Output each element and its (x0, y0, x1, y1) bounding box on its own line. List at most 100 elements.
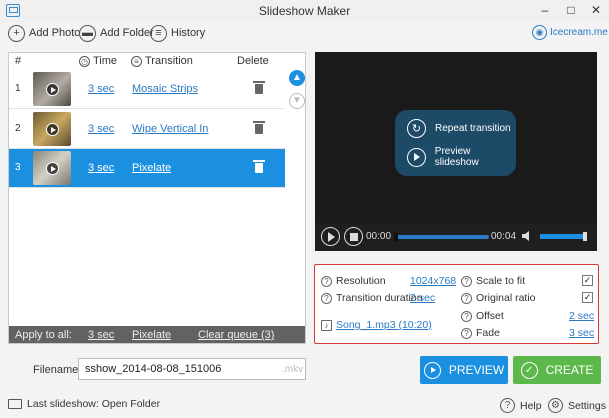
transition-icon: ≡ (131, 55, 142, 67)
settings-button[interactable]: ⚙ Settings (548, 398, 606, 413)
last-slideshow-link[interactable]: Last slideshow: Open Folder (8, 398, 160, 410)
clock-icon: ◷ (79, 55, 90, 67)
play-icon[interactable] (46, 162, 59, 175)
stop-icon (349, 232, 358, 241)
scale-to-fit-setting: ? Scale to fit (461, 275, 525, 287)
folder-icon: ▬ (79, 24, 96, 42)
repeat-transition-button[interactable]: ↻ Repeat transition (407, 119, 511, 138)
table-row[interactable]: 1 3 sec Mosaic Strips (9, 70, 285, 109)
transition-link[interactable]: Pixelate (132, 162, 171, 174)
col-transition-label: Transition (145, 55, 193, 67)
filename-extension: .mkv (282, 364, 304, 375)
history-label: History (171, 27, 206, 39)
help-icon: ? (461, 275, 472, 287)
history-button[interactable]: ≡ History (150, 23, 205, 43)
offset-setting: ? Offset (461, 310, 504, 322)
volume-icon[interactable] (521, 230, 533, 242)
move-up-button[interactable]: ▲ (289, 70, 305, 86)
filename-input[interactable] (78, 358, 306, 380)
apply-to-all-bar: Apply to all: 3 sec Pixelate Clear queue… (9, 326, 305, 343)
transition-link[interactable]: Wipe Vertical In (132, 123, 208, 135)
help-icon: ? (461, 292, 472, 304)
transition-duration-value[interactable]: 2 sec (410, 292, 435, 304)
player-controls: 00:00 00:04 (315, 223, 597, 251)
current-time: 00:00 (366, 231, 392, 242)
icecream-icon: ◉ (532, 25, 547, 40)
transition-duration-setting: ? Transition duration (321, 292, 423, 304)
minimize-button[interactable]: – (532, 0, 558, 20)
create-button[interactable]: ✓ CREATE (513, 356, 601, 384)
filename-label: Filename: (33, 364, 82, 376)
apply-transition-link[interactable]: Pixelate (132, 329, 171, 341)
table-row[interactable]: 3 3 sec Pixelate (9, 149, 285, 188)
add-folder-label: Add Folder (100, 27, 154, 39)
gear-icon: ⚙ (548, 398, 563, 413)
play-icon[interactable] (46, 123, 59, 136)
settings-label: Settings (568, 399, 606, 412)
preview-overlay: ↻ Repeat transition Preview slideshow (395, 110, 516, 176)
resolution-label: Resolution (336, 275, 386, 287)
slide-duration-link[interactable]: 3 sec (88, 162, 114, 174)
slide-duration-link[interactable]: 3 sec (88, 83, 114, 95)
seek-handle[interactable] (394, 233, 398, 241)
add-photo-button[interactable]: + Add Photo (8, 23, 80, 43)
col-transition: ≡ Transition (131, 55, 193, 67)
col-num: # (15, 55, 22, 67)
play-icon (423, 361, 441, 379)
help-icon: ? (321, 275, 332, 287)
help-button[interactable]: ? Help (500, 398, 542, 413)
volume-slider[interactable] (540, 234, 585, 239)
resolution-value[interactable]: 1024x768 (410, 275, 456, 287)
maximize-button[interactable]: □ (558, 0, 584, 20)
trash-icon[interactable] (253, 81, 265, 94)
trash-icon[interactable] (253, 121, 265, 134)
last-slideshow-label: Last slideshow: Open Folder (27, 398, 161, 410)
music-icon: ♪ (321, 319, 332, 331)
repeat-label: Repeat transition (435, 123, 511, 134)
checkmark-icon: ✓ (520, 361, 538, 379)
apply-time-link[interactable]: 3 sec (88, 329, 114, 341)
offset-value[interactable]: 2 sec (569, 310, 594, 322)
preview-button[interactable]: PREVIEW (420, 356, 508, 384)
original-ratio-setting: ? Original ratio (461, 292, 536, 304)
duration: 00:04 (491, 231, 517, 242)
preview-label: Preview slideshow (434, 146, 479, 168)
table-row[interactable]: 2 3 sec Wipe Vertical In (9, 110, 285, 149)
row-number: 2 (15, 123, 21, 134)
move-down-button[interactable]: ▼ (289, 93, 305, 109)
close-button[interactable]: ✕ (583, 0, 609, 20)
volume-handle[interactable] (583, 232, 587, 241)
help-icon: ? (500, 398, 515, 413)
help-icon: ? (461, 310, 472, 322)
create-button-label: CREATE (545, 363, 594, 377)
video-preview: ↻ Repeat transition Preview slideshow (315, 52, 597, 251)
add-folder-button[interactable]: ▬ Add Folder (79, 23, 154, 43)
play-icon[interactable] (46, 83, 59, 96)
col-time-label: Time (93, 55, 118, 67)
trash-icon[interactable] (253, 160, 265, 173)
clear-queue-link[interactable]: Clear queue (3) (198, 329, 274, 341)
help-icon: ? (461, 327, 472, 339)
scale-to-fit-label: Scale to fit (476, 275, 526, 287)
scale-to-fit-checkbox[interactable]: ✓ (582, 275, 593, 286)
preview-slideshow-button[interactable]: Preview slideshow (407, 146, 516, 168)
audio-setting[interactable]: ♪ Song_1.mp3 (10:20) (321, 319, 432, 331)
play-icon (328, 231, 335, 242)
help-icon: ? (321, 292, 332, 304)
original-ratio-checkbox[interactable]: ✓ (582, 292, 593, 303)
repeat-icon: ↻ (407, 119, 426, 138)
audio-file-link[interactable]: Song_1.mp3 (10:20) (336, 319, 432, 331)
original-ratio-label: Original ratio (476, 292, 536, 304)
seek-bar[interactable] (395, 235, 489, 239)
resolution-setting: ? Resolution (321, 275, 386, 287)
transition-link[interactable]: Mosaic Strips (132, 83, 198, 95)
preview-button-label: PREVIEW (448, 363, 505, 377)
title-bar: Slideshow Maker – □ ✕ (0, 0, 609, 22)
slide-duration-link[interactable]: 3 sec (88, 123, 114, 135)
stop-button[interactable] (344, 227, 363, 246)
play-button[interactable] (321, 227, 340, 246)
apply-label: Apply to all: (15, 329, 72, 341)
row-number: 3 (15, 162, 21, 173)
fade-value[interactable]: 3 sec (569, 327, 594, 339)
brand-link[interactable]: ◉ Icecream.me (532, 25, 608, 40)
